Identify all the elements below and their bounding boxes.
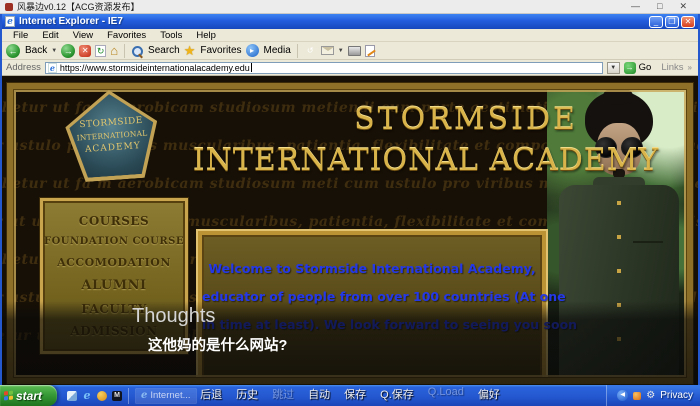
menu-edit[interactable]: Edit (35, 30, 65, 41)
logo-text-line1: STORMSIDE (79, 115, 143, 129)
nav-alumni[interactable]: ALUMNI (81, 278, 146, 293)
dialogue-speaker: Thoughts (132, 305, 215, 328)
menu-help[interactable]: Help (189, 30, 223, 41)
search-label[interactable]: Search (148, 45, 180, 56)
quickmenu-保存[interactable]: 保存 (344, 386, 366, 402)
address-dropdown-icon[interactable]: ▼ (607, 62, 620, 74)
game-minimize-button[interactable]: — (631, 1, 640, 12)
address-bar: Address e https://www.stormsideinternati… (2, 60, 698, 76)
refresh-icon[interactable]: ↻ (95, 45, 106, 57)
browser-viewport: ibetur ut fa m aerobicam studiosum metie… (2, 76, 698, 385)
quickmenu-后退[interactable]: 后退 (200, 386, 222, 402)
forward-icon[interactable]: → (61, 44, 75, 58)
menu-favorites[interactable]: Favorites (100, 30, 153, 41)
search-icon[interactable] (131, 45, 143, 57)
mail-dropdown-icon[interactable]: ▼ (338, 48, 344, 54)
text-cursor (251, 63, 252, 72)
quickmenu-跳过[interactable]: 跳过 (272, 386, 294, 402)
favorites-label[interactable]: Favorites (200, 45, 241, 56)
media-icon[interactable]: ▸ (246, 44, 259, 57)
mail-icon[interactable] (321, 46, 334, 55)
go-label: Go (639, 62, 652, 73)
address-input[interactable]: e https://www.stormsideinternationalacad… (45, 62, 603, 74)
quick-menu: 后退历史跳过自动保存 Q.保存 Q.Load 偏好 (0, 386, 700, 402)
back-label[interactable]: Back (25, 45, 47, 56)
welcome-line: Welcome to Stormside International Acade… (202, 255, 542, 283)
ie-minimize-button[interactable]: _ (649, 16, 663, 28)
go-button[interactable]: → Go (624, 62, 652, 74)
ie-window: e Internet Explorer - IE7 _ ❐ ✕ FileEdit… (0, 14, 700, 385)
toolbar-separator (124, 44, 125, 58)
quickmenu-Q.保存[interactable]: Q.保存 (380, 386, 414, 402)
academy-logo: STORMSIDE INTERNATIONAL ACADEMY (63, 87, 161, 183)
site-heading: STORMSIDE INTERNATIONAL ACADEMY (162, 102, 690, 178)
media-label[interactable]: Media (264, 45, 291, 56)
quickmenu-自动[interactable]: 自动 (308, 386, 330, 402)
menu-view[interactable]: View (66, 30, 100, 41)
game-maximize-button[interactable]: □ (657, 1, 662, 12)
url-site-icon: e (48, 63, 57, 73)
menu-bar: FileEditViewFavoritesToolsHelp (2, 29, 698, 42)
address-label: Address (6, 62, 41, 73)
game-titlebar: 风暴边v0.12【ACG资源发布】 — □ ✕ (0, 0, 700, 14)
back-dropdown-icon[interactable]: ▼ (51, 48, 57, 54)
menu-tools[interactable]: Tools (153, 30, 189, 41)
favorites-icon[interactable]: ★ (184, 44, 196, 57)
game-title: 风暴边v0.12【ACG资源发布】 (17, 0, 140, 13)
ie-restore-button[interactable]: ❐ (665, 16, 679, 28)
edit-icon[interactable] (365, 45, 375, 57)
quickmenu-偏好[interactable]: 偏好 (478, 386, 500, 402)
url-text: https://www.stormsideinternationalacadem… (60, 63, 250, 73)
quickmenu-Q.Load[interactable]: Q.Load (428, 386, 464, 402)
game-close-button[interactable]: ✕ (679, 1, 687, 12)
screen: 风暴边v0.12【ACG资源发布】 — □ ✕ e Internet Explo… (0, 0, 700, 406)
browser-toolbar: ← Back ▼ → ✕ ↻ ⌂ Search ★ Favorites ▸ Me… (2, 42, 698, 60)
back-icon[interactable]: ← (6, 44, 20, 58)
home-icon[interactable]: ⌂ (110, 44, 118, 57)
stop-icon[interactable]: ✕ (79, 45, 91, 57)
quickmenu-历史[interactable]: 历史 (236, 386, 258, 402)
dialogue-text: 这他妈的是什么网站? (148, 334, 287, 355)
history-icon[interactable]: ↺ (304, 44, 317, 57)
go-arrow-icon: → (624, 62, 636, 74)
nav-courses[interactable]: COURSES (79, 214, 149, 228)
ie-window-title: Internet Explorer - IE7 (19, 16, 123, 27)
nav-accomodation[interactable]: ACCOMODATION (57, 256, 171, 269)
dialogue-overlay[interactable]: Thoughts 这他妈的是什么网站? (2, 301, 698, 385)
ie-close-button[interactable]: ✕ (681, 16, 695, 28)
links-chevron-icon[interactable]: » (688, 63, 692, 72)
site-heading-line2: INTERNATIONAL ACADEMY (162, 143, 690, 178)
print-icon[interactable] (348, 46, 361, 56)
uniform-pocket (633, 241, 663, 243)
ie-page-icon: e (5, 16, 15, 27)
nav-foundation-course[interactable]: FOUNDATION COURSE (44, 236, 184, 247)
links-label[interactable]: Links (661, 62, 683, 73)
game-app-icon (5, 3, 13, 11)
toolbar-separator (297, 44, 298, 58)
site-heading-line1: STORMSIDE (202, 102, 698, 137)
menu-file[interactable]: File (6, 30, 35, 41)
logo-text-line3: ACADEMY (85, 141, 141, 155)
ie-titlebar: e Internet Explorer - IE7 _ ❐ ✕ (2, 14, 698, 29)
